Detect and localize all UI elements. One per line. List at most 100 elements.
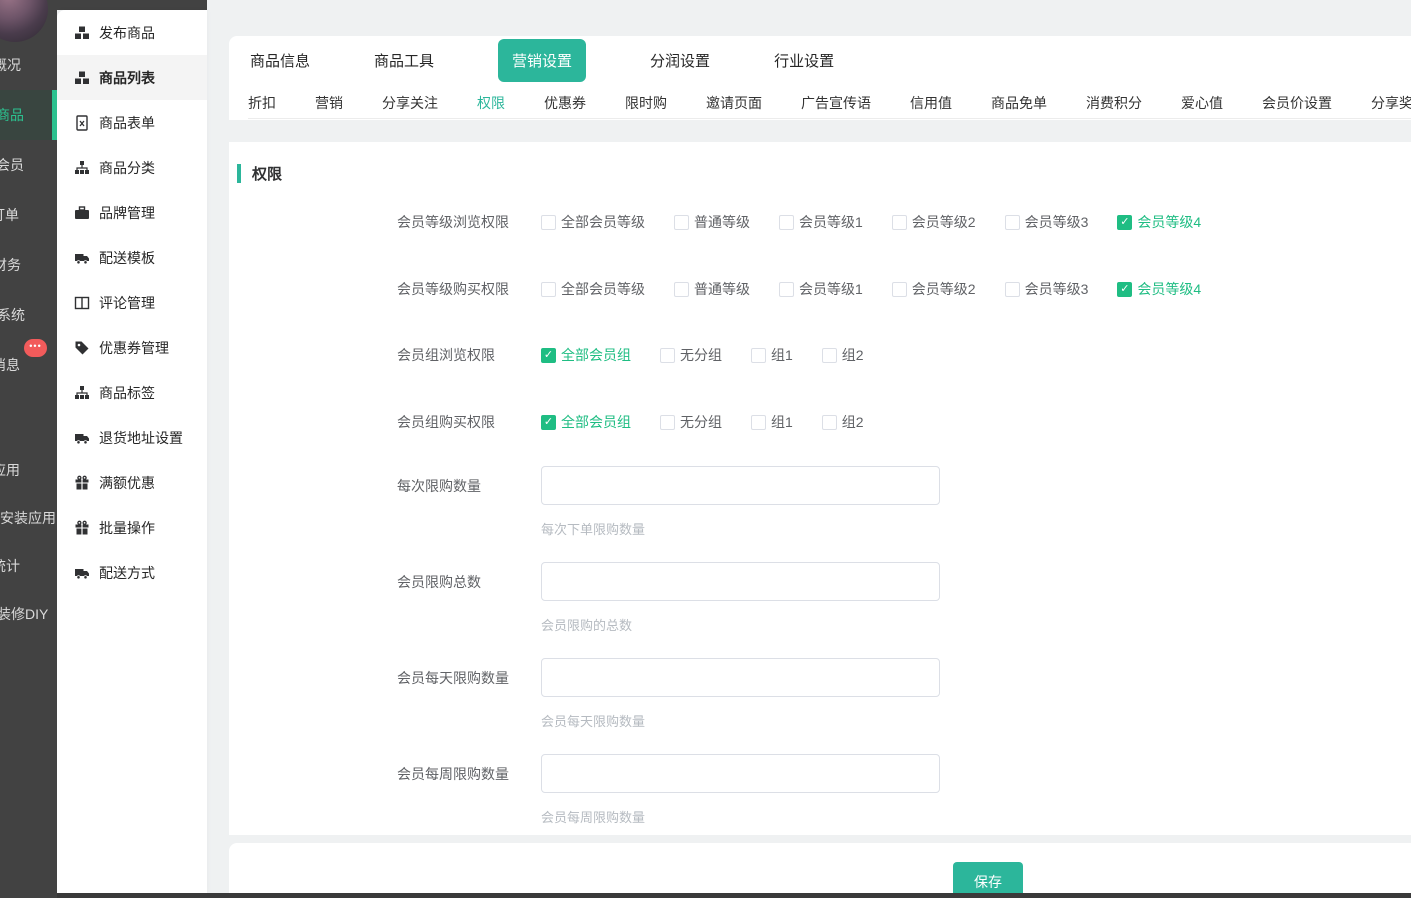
- menu-item-comment-management[interactable]: 评论管理: [57, 280, 207, 325]
- checkbox-option[interactable]: 组1: [751, 412, 793, 432]
- checkbox-option[interactable]: 会员等级2: [892, 279, 976, 299]
- field-hint: 会员每天限购数量: [541, 711, 645, 730]
- checkbox-option[interactable]: 会员等级3: [1005, 212, 1089, 232]
- member-weekly-limit-input[interactable]: [541, 754, 940, 793]
- checkbox-option[interactable]: 全部会员等级: [541, 279, 645, 299]
- checkbox-icon[interactable]: [660, 348, 675, 363]
- sidebar-item-finance[interactable]: 财务: [0, 255, 21, 275]
- checkbox-label: 会员等级4: [1137, 212, 1201, 232]
- tab-flash-sale[interactable]: 限时购: [625, 92, 667, 118]
- checkbox-option[interactable]: 组2: [822, 345, 864, 365]
- field-hint: 会员限购的总数: [541, 615, 632, 634]
- per-order-limit-input[interactable]: [541, 466, 940, 505]
- sidebar-item-install-app[interactable]: 安装应用: [0, 508, 56, 528]
- menu-item-publish-product[interactable]: 发布商品: [57, 10, 207, 55]
- checkbox-icon[interactable]: [541, 282, 556, 297]
- checkbox-option[interactable]: 普通等级: [674, 212, 750, 232]
- checkbox-icon[interactable]: [751, 348, 766, 363]
- checkbox-label: 会员等级1: [799, 212, 863, 232]
- tab-ad-slogan[interactable]: 广告宣传语: [801, 92, 871, 118]
- sidebar-item-product[interactable]: 商品: [0, 105, 24, 125]
- member-total-limit-input[interactable]: [541, 562, 940, 601]
- checkbox-option[interactable]: 会员等级2: [892, 212, 976, 232]
- checkbox-checked-icon[interactable]: ✓: [1117, 215, 1132, 230]
- tab-love-value[interactable]: 爱心值: [1181, 92, 1223, 118]
- tab-product-tools[interactable]: 商品工具: [374, 50, 434, 71]
- menu-item-shipping-method[interactable]: 配送方式: [57, 550, 207, 595]
- checkbox-icon[interactable]: [1005, 215, 1020, 230]
- tab-credit-value[interactable]: 信用值: [910, 92, 952, 118]
- checkbox-icon[interactable]: [822, 415, 837, 430]
- tab-share-follow[interactable]: 分享关注: [382, 92, 438, 118]
- checkbox-option[interactable]: 普通等级: [674, 279, 750, 299]
- menu-item-coupon-management[interactable]: 优惠券管理: [57, 325, 207, 370]
- checkbox-option[interactable]: ✓会员等级4: [1117, 279, 1201, 299]
- menu-item-shipping-template[interactable]: 配送模板: [57, 235, 207, 280]
- checkbox-option[interactable]: 会员等级1: [779, 279, 863, 299]
- checkbox-option[interactable]: 会员等级3: [1005, 279, 1089, 299]
- sidebar-item-order[interactable]: 订单: [0, 205, 19, 225]
- sidebar-item-overview[interactable]: 概况: [0, 55, 21, 75]
- tab-product-info[interactable]: 商品信息: [250, 50, 310, 71]
- checkbox-checked-icon[interactable]: ✓: [541, 348, 556, 363]
- checkbox-option[interactable]: 组1: [751, 345, 793, 365]
- checkbox-icon[interactable]: [892, 215, 907, 230]
- checkbox-checked-icon[interactable]: ✓: [1117, 282, 1132, 297]
- checkbox-icon[interactable]: [674, 282, 689, 297]
- member-daily-limit-input[interactable]: [541, 658, 940, 697]
- checkbox-option[interactable]: ✓ 会员等级4: [1117, 212, 1201, 232]
- sidebar-item-statistics[interactable]: 统计: [0, 556, 20, 576]
- checkbox-option[interactable]: ✓全部会员组: [541, 345, 631, 365]
- menu-item-batch-operation[interactable]: 批量操作: [57, 505, 207, 550]
- checkbox-option[interactable]: ✓全部会员组: [541, 412, 631, 432]
- checkbox-label: 组1: [771, 345, 793, 365]
- menu-item-product-category[interactable]: 商品分类: [57, 145, 207, 190]
- checkbox-icon[interactable]: [779, 215, 794, 230]
- tab-marketing[interactable]: 营销: [315, 92, 343, 118]
- tab-profit-settings[interactable]: 分润设置: [650, 50, 710, 71]
- sidebar-item-message[interactable]: 消息: [0, 355, 20, 375]
- sidebar-item-app[interactable]: 应用: [0, 460, 20, 480]
- checkbox-icon[interactable]: [660, 415, 675, 430]
- sidebar-item-member[interactable]: 会员: [0, 155, 24, 175]
- menu-item-brand-management[interactable]: 品牌管理: [57, 190, 207, 235]
- checkbox-option[interactable]: 无分组: [660, 345, 722, 365]
- field-hint: 会员每周限购数量: [541, 807, 645, 826]
- checkbox-icon[interactable]: [1005, 282, 1020, 297]
- tab-invite-page[interactable]: 邀请页面: [706, 92, 762, 118]
- checkbox-icon[interactable]: [779, 282, 794, 297]
- sidebar-item-decorate-diy[interactable]: 装修DIY: [0, 604, 48, 624]
- tab-discount[interactable]: 折扣: [248, 92, 276, 118]
- sidebar-item-system[interactable]: 系统: [0, 305, 25, 325]
- tab-share-reward[interactable]: 分享奖: [1371, 92, 1411, 118]
- menu-item-product-form[interactable]: 商品表单: [57, 100, 207, 145]
- tab-consume-points[interactable]: 消费积分: [1086, 92, 1142, 118]
- permission-card: 权限 会员等级浏览权限全部会员等级普通等级会员等级1会员等级2会员等级3✓会员等…: [229, 142, 1411, 835]
- checkbox-icon[interactable]: [674, 215, 689, 230]
- menu-item-full-amount-discount[interactable]: 满额优惠: [57, 460, 207, 505]
- tab-coupon[interactable]: 优惠券: [544, 92, 586, 118]
- checkbox-icon[interactable]: [822, 348, 837, 363]
- checkbox-option[interactable]: 会员等级1: [779, 212, 863, 232]
- message-badge[interactable]: •••: [24, 339, 47, 357]
- checkbox-checked-icon[interactable]: ✓: [541, 415, 556, 430]
- tab-permission[interactable]: 权限: [477, 92, 505, 118]
- checkbox-icon[interactable]: [751, 415, 766, 430]
- avatar[interactable]: [0, 0, 48, 42]
- checkbox-row: 会员等级浏览权限全部会员等级普通等级会员等级1会员等级2会员等级3✓会员等级4: [229, 211, 1411, 233]
- tab-industry-settings[interactable]: 行业设置: [774, 50, 834, 71]
- checkbox-icon[interactable]: [541, 215, 556, 230]
- menu-item-product-list[interactable]: 商品列表: [57, 55, 207, 100]
- checkbox-label: 全部会员等级: [561, 212, 645, 232]
- tab-marketing-settings[interactable]: 营销设置: [498, 39, 586, 82]
- checkbox-option[interactable]: 全部会员等级: [541, 212, 645, 232]
- checkbox-label: 会员等级1: [799, 279, 863, 299]
- tab-product-free[interactable]: 商品免单: [991, 92, 1047, 118]
- horizontal-scrollbar[interactable]: [57, 893, 1411, 898]
- checkbox-icon[interactable]: [892, 282, 907, 297]
- tab-member-price[interactable]: 会员价设置: [1262, 92, 1332, 118]
- menu-item-product-tag[interactable]: 商品标签: [57, 370, 207, 415]
- menu-item-return-address-settings[interactable]: 退货地址设置: [57, 415, 207, 460]
- checkbox-option[interactable]: 无分组: [660, 412, 722, 432]
- checkbox-option[interactable]: 组2: [822, 412, 864, 432]
